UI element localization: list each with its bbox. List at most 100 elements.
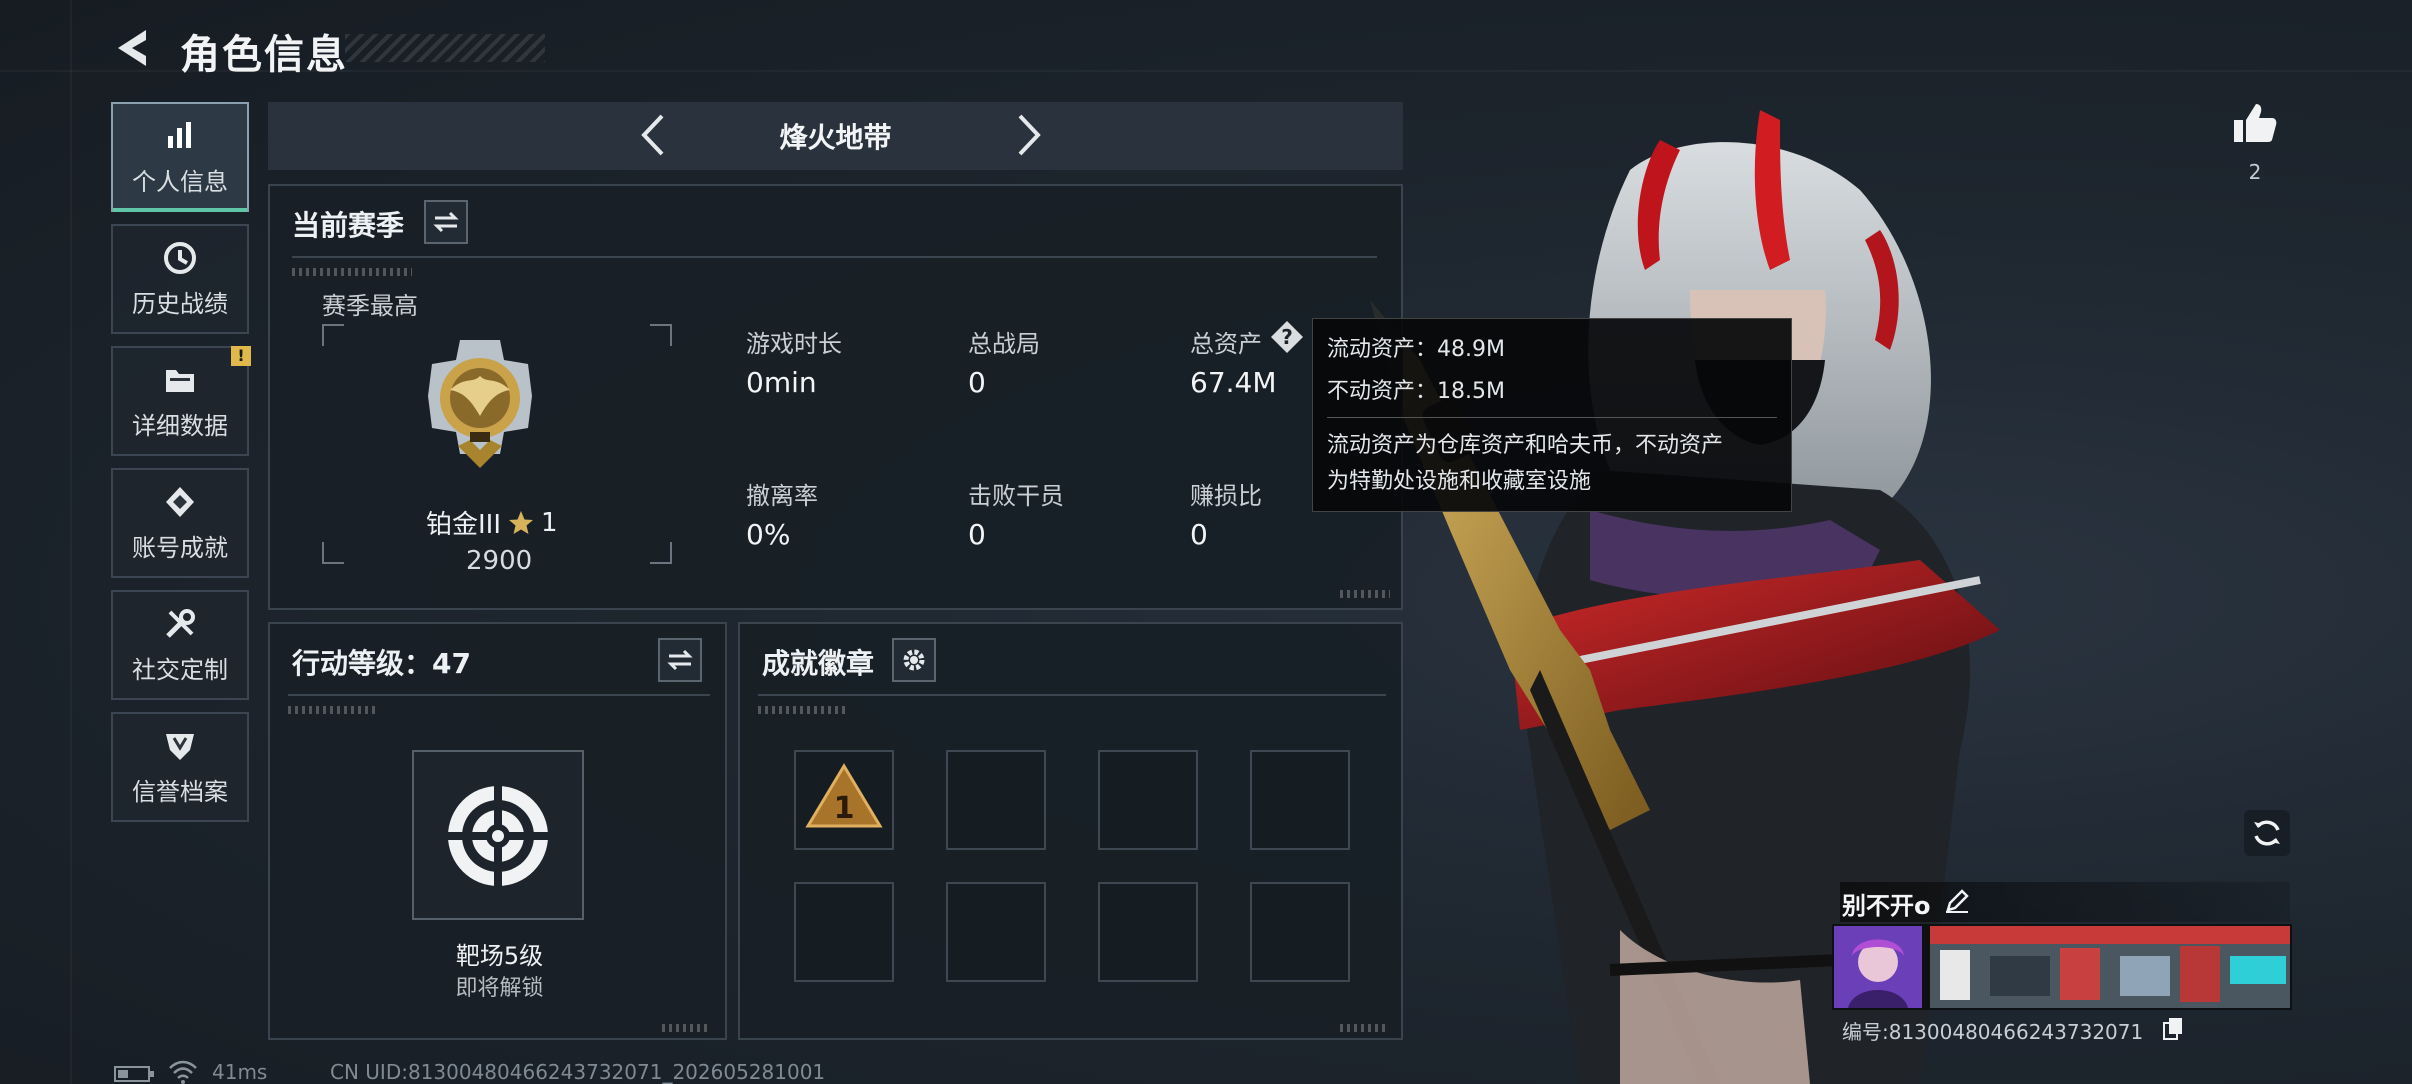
swap-icon — [667, 649, 693, 671]
divider — [288, 694, 710, 696]
sidebar-item-detailed-data[interactable]: 详细数据 ! — [111, 346, 251, 456]
stat-label: 撤离率 — [746, 482, 818, 510]
rank-emblem-icon — [428, 340, 532, 468]
decor-text — [1340, 590, 1390, 598]
sidebar-item-label: 信誉档案 — [132, 777, 228, 806]
rank-name: 铂金III — [426, 510, 502, 540]
name-card-banner — [1930, 926, 2290, 1008]
stat-label: 总资产 — [1190, 330, 1262, 358]
stat-value: 0 — [968, 518, 986, 551]
swap-icon — [433, 211, 459, 233]
reputation-shield-icon — [166, 733, 194, 760]
edit-pencil-icon[interactable] — [1944, 888, 1970, 914]
sidebar-item-label: 账号成就 — [132, 533, 228, 562]
rotate-icon — [2254, 820, 2280, 846]
action-level-panel: 行动等级：47 靶场5级 即将解锁 — [268, 622, 727, 1040]
frame-corner — [650, 324, 672, 346]
badge-slot[interactable] — [1250, 882, 1350, 982]
uid-text: CN UID:8130048046624373207​1_20260528100… — [330, 1060, 826, 1084]
stat-value: 0min — [746, 366, 817, 399]
tooltip-desc-1: 流动资产为仓库资产和哈夫币，不动资产 — [1327, 433, 1724, 458]
season-panel: 当前赛季 赛季最高 铂金III 1 2900 游戏时长 0min 总战局 0 总… — [268, 184, 1403, 610]
help-icon[interactable]: ? — [1270, 320, 1304, 354]
rank-score: 2900 — [466, 546, 533, 576]
svg-text:?: ? — [1281, 325, 1293, 349]
settings-button[interactable] — [892, 638, 936, 682]
sidebar-item-social[interactable]: 社交定制 — [111, 590, 249, 700]
badge-slot[interactable]: 1 — [794, 750, 894, 850]
sidebar-item-label: 历史战绩 — [132, 289, 228, 318]
avatar[interactable] — [1834, 926, 1922, 1008]
title-decoration — [345, 34, 545, 62]
player-name: 别不开o — [1842, 892, 1931, 920]
sidebar-item-label: 社交定制 — [132, 655, 228, 684]
badge-slot[interactable] — [1250, 750, 1350, 850]
season-best-label: 赛季最高 — [322, 292, 418, 320]
assets-tooltip: 流动资产：48.9M 不动资产：18.5M 流动资产为仓库资产和哈夫币，不动资产… — [1312, 318, 1792, 512]
divider — [758, 694, 1386, 696]
copy-icon[interactable] — [2162, 1016, 2184, 1040]
stat-label: 赚损比 — [1190, 482, 1262, 510]
mode-selector: 烽火地带 — [268, 102, 1403, 170]
sidebar-item-personal-info[interactable]: 个人信息 — [111, 102, 249, 212]
badge-slot[interactable] — [1098, 750, 1198, 850]
grid-line — [70, 0, 72, 1084]
gear-icon — [903, 649, 925, 671]
rotate-button[interactable] — [2244, 810, 2290, 856]
badge-slot[interactable] — [794, 882, 894, 982]
decor-text — [1340, 1024, 1386, 1032]
achievements-panel: 成就徽章 1 — [738, 622, 1403, 1040]
action-level-title: 行动等级：47 — [292, 647, 471, 680]
badge-slot[interactable] — [946, 750, 1046, 850]
decor-text — [292, 268, 412, 276]
tooltip-liquid: 流动资产：48.9M — [1327, 337, 1505, 362]
back-arrow-icon[interactable] — [112, 26, 156, 70]
tooltip-desc-2: 为特勤处设施和收藏室设施 — [1327, 469, 1592, 494]
chevron-right-icon[interactable] — [1002, 110, 1052, 160]
target-icon — [442, 780, 554, 892]
badge-slot[interactable] — [946, 882, 1046, 982]
swap-button[interactable] — [424, 200, 468, 244]
stat-value: 0 — [1190, 518, 1208, 551]
season-title: 当前赛季 — [292, 209, 405, 242]
frame-corner — [322, 324, 344, 346]
battery-icon — [114, 1066, 154, 1082]
divider — [1327, 417, 1777, 418]
rank-line: 铂金III 1 — [426, 504, 558, 541]
achievements-title: 成就徽章 — [762, 647, 875, 680]
stat-label: 击败干员 — [968, 482, 1064, 510]
sidebar-item-history[interactable]: 历史战绩 — [111, 224, 249, 334]
badge-slot[interactable] — [1098, 882, 1198, 982]
rank-stars: 1 — [541, 507, 558, 538]
sidebar-item-reputation[interactable]: 信誉档案 — [111, 712, 249, 822]
star-icon — [509, 510, 534, 534]
frame-corner — [322, 542, 344, 564]
grid-line — [0, 70, 2412, 72]
divider — [292, 256, 1377, 258]
unlock-name: 靶场5级 — [455, 942, 544, 970]
bar-chart-icon — [168, 121, 191, 148]
stat-value: 0% — [746, 518, 791, 551]
notification-badge: ! — [231, 346, 251, 366]
tools-icon — [166, 608, 195, 638]
decor-text — [758, 706, 848, 714]
frame-corner — [650, 542, 672, 564]
stat-value: 67.4M — [1190, 366, 1277, 399]
sidebar-item-label: 详细数据 — [132, 411, 228, 440]
stat-label: 总战局 — [968, 330, 1040, 358]
sidebar-item-label: 个人信息 — [132, 167, 228, 196]
tooltip-fixed: 不动资产：18.5M — [1327, 379, 1505, 404]
stat-label: 游戏时长 — [746, 330, 842, 358]
swap-button[interactable] — [658, 638, 702, 682]
achievement-diamond-icon — [166, 486, 194, 517]
thumbs-up-icon[interactable] — [2232, 100, 2278, 146]
decor-text — [288, 706, 378, 714]
wifi-icon — [169, 1060, 197, 1084]
mode-title: 烽火地带 — [779, 121, 892, 154]
ping-text: 41ms — [212, 1060, 268, 1084]
unlock-frame[interactable] — [412, 750, 584, 920]
sidebar-item-achievements[interactable]: 账号成就 — [111, 468, 249, 578]
decor-text — [662, 1024, 708, 1032]
folder-icon — [166, 369, 194, 392]
stat-value: 0 — [968, 366, 986, 399]
